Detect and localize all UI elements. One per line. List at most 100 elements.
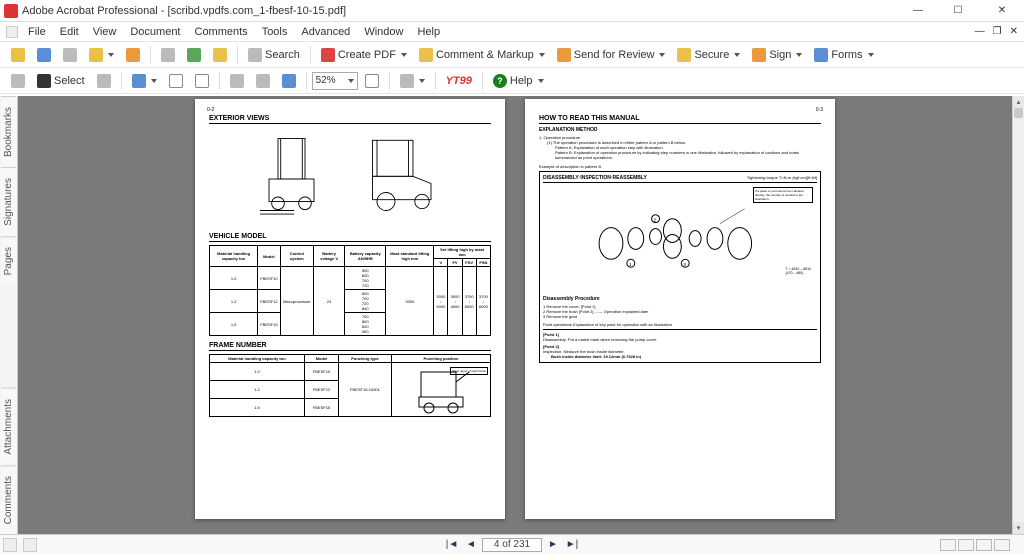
th-mhc: Material handling capacity ton <box>210 246 258 267</box>
zoom-field[interactable]: 52% <box>312 72 358 90</box>
select-tool[interactable]: Select <box>32 71 90 91</box>
example-label: Example of description in pattern B <box>539 164 821 169</box>
lock-icon <box>677 48 691 62</box>
mdi-restore[interactable]: ❐ <box>993 26 1002 37</box>
help-icon: ? <box>493 74 507 88</box>
print-button[interactable] <box>58 45 82 65</box>
zoom-in-tool[interactable] <box>127 71 162 91</box>
secure-button[interactable]: Secure <box>672 45 745 65</box>
exploded-view-diagram: 1 2 3 If a place or part cannot be indic… <box>543 183 817 293</box>
page-indicator[interactable]: 4 of 231 <box>482 538 542 552</box>
menu-view[interactable]: View <box>87 24 123 40</box>
menu-window[interactable]: Window <box>358 24 409 40</box>
page-indicator-text: 4 of 231 <box>494 539 530 550</box>
close-button[interactable]: ✕ <box>984 2 1020 20</box>
prev-page-button[interactable]: ◄ <box>463 538 479 552</box>
op-pattern-b: Pattern B: Explanation of operation proc… <box>555 150 821 160</box>
box-title: DISASSEMBLY·INSPECTION·REASSEMBLY <box>543 175 647 181</box>
pen-icon <box>752 48 766 62</box>
scroll-down-icon[interactable]: ▾ <box>1013 522 1024 534</box>
heading-frame-number: FRAME NUMBER <box>209 342 491 351</box>
sign-label: Sign <box>769 49 791 61</box>
note-icon <box>419 48 433 62</box>
web-capture-button[interactable] <box>182 45 206 65</box>
th-bv: Battery voltage V <box>314 246 345 267</box>
sign-button[interactable]: Sign <box>747 45 807 65</box>
scroll-thumb[interactable] <box>1014 108 1023 118</box>
scan-button[interactable] <box>156 45 180 65</box>
table-row: 1.0 FBESF10 Microprocessor 24 500 600 70… <box>210 267 491 290</box>
menu-advanced[interactable]: Advanced <box>295 24 356 40</box>
help-label: Help <box>510 75 533 87</box>
torque-callout: T = 4810 – 6810 (470 – 480) <box>785 267 811 275</box>
exterior-views-figure <box>209 127 491 227</box>
fit-page-button[interactable] <box>251 71 275 91</box>
globe-icon <box>187 48 201 62</box>
window-controls: — ☐ ✕ <box>904 2 1020 20</box>
hand-tool[interactable] <box>6 71 30 91</box>
vertical-scrollbar[interactable]: ▴ ▾ <box>1012 96 1024 534</box>
tab-pages[interactable]: Pages <box>1 236 16 285</box>
last-page-button[interactable]: ►| <box>564 538 580 552</box>
box-torque: Tightening torque T=N·m (kgf·cm)[ft·lbf] <box>747 175 817 181</box>
clipboard-icon <box>213 48 227 62</box>
doc-menu-icon[interactable] <box>6 26 18 38</box>
mdi-minimize[interactable]: — <box>975 26 985 37</box>
minus-icon <box>169 74 183 88</box>
snapshot-tool[interactable] <box>92 71 116 91</box>
forms-button[interactable]: Forms <box>809 45 878 65</box>
menu-document[interactable]: Document <box>124 24 186 40</box>
point-ops: Point operations Explanation of key poin… <box>543 322 817 327</box>
zoom-value: 52% <box>316 75 336 86</box>
object-data-button[interactable] <box>395 71 430 91</box>
tab-attachments[interactable]: Attachments <box>1 388 16 465</box>
menu-help[interactable]: Help <box>411 24 446 40</box>
document-area[interactable]: 0-2 EXTERIOR VIEWS VEHICLE MODEL Materia… <box>18 96 1012 534</box>
save-button[interactable] <box>32 45 56 65</box>
continuous-facing-view-button[interactable] <box>994 539 1010 551</box>
minimize-button[interactable]: — <box>904 2 932 20</box>
zoom-in-button[interactable] <box>190 71 214 91</box>
titlebar: Adobe Acrobat Professional - [scribd.vpd… <box>0 0 1024 22</box>
zoom-plus-button[interactable] <box>360 71 384 91</box>
help-button[interactable]: ?Help <box>488 71 549 91</box>
next-page-button[interactable]: ► <box>545 538 561 552</box>
continuous-view-button[interactable] <box>958 539 974 551</box>
th-fsn: FSN <box>476 259 490 267</box>
th-bc: Battery capacity AH/5HR <box>345 246 386 267</box>
menu-file[interactable]: File <box>22 24 52 40</box>
open-button[interactable] <box>6 45 30 65</box>
organizer-button[interactable] <box>84 45 119 65</box>
maximize-button[interactable]: ☐ <box>944 2 972 20</box>
tab-bookmarks[interactable]: Bookmarks <box>1 96 16 167</box>
search-button[interactable]: Search <box>243 45 305 65</box>
tab-signatures[interactable]: Signatures <box>1 167 16 236</box>
fit-width-button[interactable] <box>225 71 249 91</box>
email-button[interactable] <box>121 45 145 65</box>
page-size-icon[interactable] <box>3 538 17 552</box>
single-page-view-button[interactable] <box>940 539 956 551</box>
menu-edit[interactable]: Edit <box>54 24 85 40</box>
forms-label: Forms <box>831 49 862 61</box>
clipboard-button[interactable] <box>208 45 232 65</box>
facing-view-button[interactable] <box>976 539 992 551</box>
rotate-button[interactable] <box>277 71 301 91</box>
layers-icon[interactable] <box>23 538 37 552</box>
hand-icon <box>11 74 25 88</box>
vehicle-model-table: Material handling capacity ton Model Con… <box>209 245 491 336</box>
comment-markup-button[interactable]: Comment & Markup <box>414 45 550 65</box>
zoom-out-button[interactable] <box>164 71 188 91</box>
create-pdf-button[interactable]: Create PDF <box>316 45 412 65</box>
send-review-button[interactable]: Send for Review <box>552 45 671 65</box>
first-page-button[interactable]: |◄ <box>444 538 460 552</box>
tab-comments[interactable]: Comments <box>1 465 16 534</box>
th-f-model: Model <box>304 355 338 363</box>
scroll-up-icon[interactable]: ▴ <box>1013 96 1024 108</box>
forms-icon <box>814 48 828 62</box>
mdi-close[interactable]: ✕ <box>1010 26 1018 37</box>
comment-label: Comment & Markup <box>436 49 534 61</box>
menu-tools[interactable]: Tools <box>256 24 294 40</box>
yt-button[interactable]: YT99 <box>441 71 477 91</box>
menu-comments[interactable]: Comments <box>189 24 254 40</box>
th-fv: FV <box>448 259 462 267</box>
